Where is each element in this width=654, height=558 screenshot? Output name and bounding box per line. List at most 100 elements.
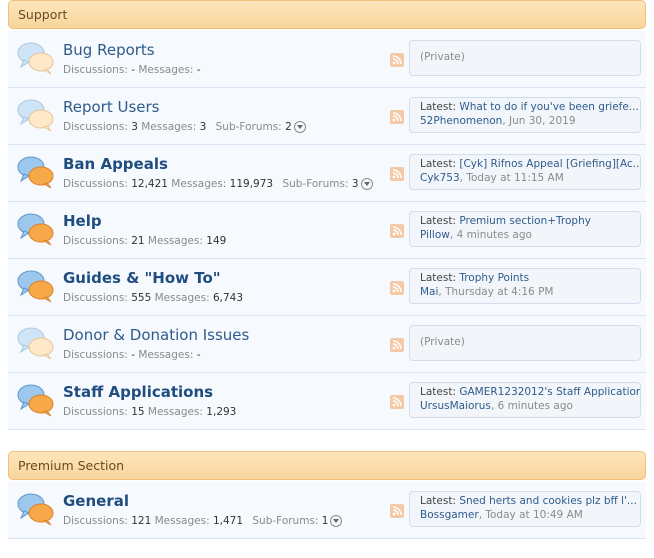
rss-feed-icon[interactable] xyxy=(390,53,404,67)
rss-feed-icon[interactable] xyxy=(390,504,404,518)
latest-thread-link[interactable]: What to do if you've been griefe... xyxy=(459,101,638,113)
rss-feed-icon[interactable] xyxy=(390,338,404,352)
rss-feed-icon[interactable] xyxy=(390,281,404,295)
messages-label: Messages: xyxy=(171,178,227,190)
forum-title-link[interactable]: Guides & "How To" xyxy=(63,269,221,287)
messages-label: Messages: xyxy=(147,406,203,418)
rss-feed-icon[interactable] xyxy=(390,110,404,124)
subforums-label: Sub-Forums: xyxy=(282,178,349,190)
forum-title-link[interactable]: Ban Appeals xyxy=(63,155,168,173)
discussions-label: Discussions: xyxy=(63,235,128,247)
discussions-count: 15 xyxy=(131,406,145,418)
subforums-label: Sub-Forums: xyxy=(215,121,282,133)
latest-date: 4 minutes ago xyxy=(456,229,532,241)
latest-label: Latest: xyxy=(420,158,456,170)
speech-bubble-read-icon[interactable] xyxy=(16,325,56,361)
latest-label: Latest: xyxy=(420,101,456,113)
latest-thread-link[interactable]: Premium section+Trophy xyxy=(459,215,591,227)
subforums-count: 2 xyxy=(285,121,292,133)
latest-date: Thursday at 4:16 PM xyxy=(445,286,554,298)
discussions-label: Discussions: xyxy=(63,349,128,361)
forum-row: Guides & "How To" Discussions: 555 Messag… xyxy=(8,259,646,316)
forum-section: Support Bug Reports Discussions: - Message… xyxy=(8,0,646,430)
last-post-private: (Private) xyxy=(409,40,641,76)
rss-feed-icon[interactable] xyxy=(390,224,404,238)
section-title[interactable]: Premium Section xyxy=(8,451,646,480)
discussions-count: 3 xyxy=(131,121,138,133)
forum-list: Support Bug Reports Discussions: - Message… xyxy=(0,0,654,539)
discussions-label: Discussions: xyxy=(63,64,128,76)
forum-stats: Discussions: 555 Messages: 6,743 xyxy=(63,292,243,304)
latest-user-link[interactable]: 52Phenomenon xyxy=(420,115,502,127)
forum-stats: Discussions: 12,421 Messages: 119,973 Su… xyxy=(63,178,373,190)
chevron-down-icon[interactable] xyxy=(293,121,306,133)
messages-count: 119,973 xyxy=(229,178,274,190)
last-post-private: (Private) xyxy=(409,325,641,361)
forum-stats: Discussions: - Messages: - xyxy=(63,64,201,76)
subforums-count: 3 xyxy=(351,178,359,190)
forum-row: Bug Reports Discussions: - Messages: - (Pr… xyxy=(8,31,646,88)
latest-user-link[interactable]: Pillow xyxy=(420,229,450,241)
latest-user-link[interactable]: Bossgamer xyxy=(420,509,479,521)
forum-row: Help Discussions: 21 Messages: 149 Latest:… xyxy=(8,202,646,259)
messages-label: Messages: xyxy=(138,64,194,76)
messages-label: Messages: xyxy=(141,121,197,133)
discussions-count: 121 xyxy=(131,515,152,527)
forum-row: Staff Applications Discussions: 15 Messag… xyxy=(8,373,646,430)
discussions-label: Discussions: xyxy=(63,406,128,418)
rss-feed-icon[interactable] xyxy=(390,395,404,409)
latest-user-link[interactable]: Mai xyxy=(420,286,438,298)
forum-row: General Discussions: 121 Messages: 1,471 … xyxy=(8,482,646,539)
messages-count: 1,293 xyxy=(206,406,237,418)
forum-title-link[interactable]: Staff Applications xyxy=(63,383,213,401)
forum-section: Premium Section General Discussions: 121 M… xyxy=(8,451,646,539)
latest-thread-link[interactable]: [Cyk] Rifnos Appeal [Griefing][Ac... xyxy=(459,158,640,170)
latest-label: Latest: xyxy=(420,386,456,398)
discussions-label: Discussions: xyxy=(63,121,128,133)
latest-thread-link[interactable]: Sned herts and cookies plz bff l'... xyxy=(459,495,637,507)
latest-date: 6 minutes ago xyxy=(497,400,573,412)
discussions-count: - xyxy=(131,64,135,76)
speech-bubble-read-icon[interactable] xyxy=(16,40,56,76)
forum-row: Ban Appeals Discussions: 12,421 Messages:… xyxy=(8,145,646,202)
subforums: Sub-Forums: 3 xyxy=(279,178,373,190)
speech-bubble-unread-icon[interactable] xyxy=(16,382,56,418)
forum-title-link[interactable]: Help xyxy=(63,212,102,230)
discussions-count: 12,421 xyxy=(131,178,168,190)
messages-count: 3 xyxy=(199,121,207,133)
forum-title-link[interactable]: General xyxy=(63,492,129,510)
speech-bubble-read-icon[interactable] xyxy=(16,97,56,133)
discussions-label: Discussions: xyxy=(63,292,128,304)
latest-date: Today at 11:15 AM xyxy=(466,172,564,184)
section-title[interactable]: Support xyxy=(8,0,646,29)
chevron-down-icon[interactable] xyxy=(330,515,343,527)
forum-title-link[interactable]: Report Users xyxy=(63,98,160,116)
discussions-count: 21 xyxy=(131,235,145,247)
latest-user-link[interactable]: Cyk753 xyxy=(420,172,460,184)
messages-label: Messages: xyxy=(138,349,194,361)
rss-feed-icon[interactable] xyxy=(390,167,404,181)
latest-date: Today at 10:49 AM xyxy=(485,509,583,521)
latest-thread-link[interactable]: GAMER1232012's Staff Application xyxy=(459,386,640,398)
chevron-down-icon[interactable] xyxy=(360,178,373,190)
forum-title-link[interactable]: Donor & Donation Issues xyxy=(63,326,249,344)
last-post-box: Latest: Premium section+Trophy Pillow, 4 … xyxy=(409,211,641,247)
subforums: Sub-Forums: 2 xyxy=(212,121,306,133)
latest-label: Latest: xyxy=(420,215,456,227)
speech-bubble-unread-icon[interactable] xyxy=(16,211,56,247)
messages-count: 149 xyxy=(206,235,227,247)
discussions-label: Discussions: xyxy=(63,178,128,190)
subforums-label: Sub-Forums: xyxy=(252,515,319,527)
speech-bubble-unread-icon[interactable] xyxy=(16,154,56,190)
messages-count: 1,471 xyxy=(212,515,244,527)
messages-count: - xyxy=(196,64,201,76)
forum-stats: Discussions: 121 Messages: 1,471 Sub-For… xyxy=(63,515,343,527)
speech-bubble-unread-icon[interactable] xyxy=(16,268,56,304)
latest-user-link[interactable]: UrsusMaiorus xyxy=(420,400,491,412)
last-post-box: Latest: Trophy Points Mai, Thursday at 4:… xyxy=(409,268,641,304)
latest-thread-link[interactable]: Trophy Points xyxy=(459,272,529,284)
subforums: Sub-Forums: 1 xyxy=(249,515,343,527)
forum-title-link[interactable]: Bug Reports xyxy=(63,41,155,59)
speech-bubble-unread-icon[interactable] xyxy=(16,491,56,527)
discussions-count: - xyxy=(131,349,135,361)
